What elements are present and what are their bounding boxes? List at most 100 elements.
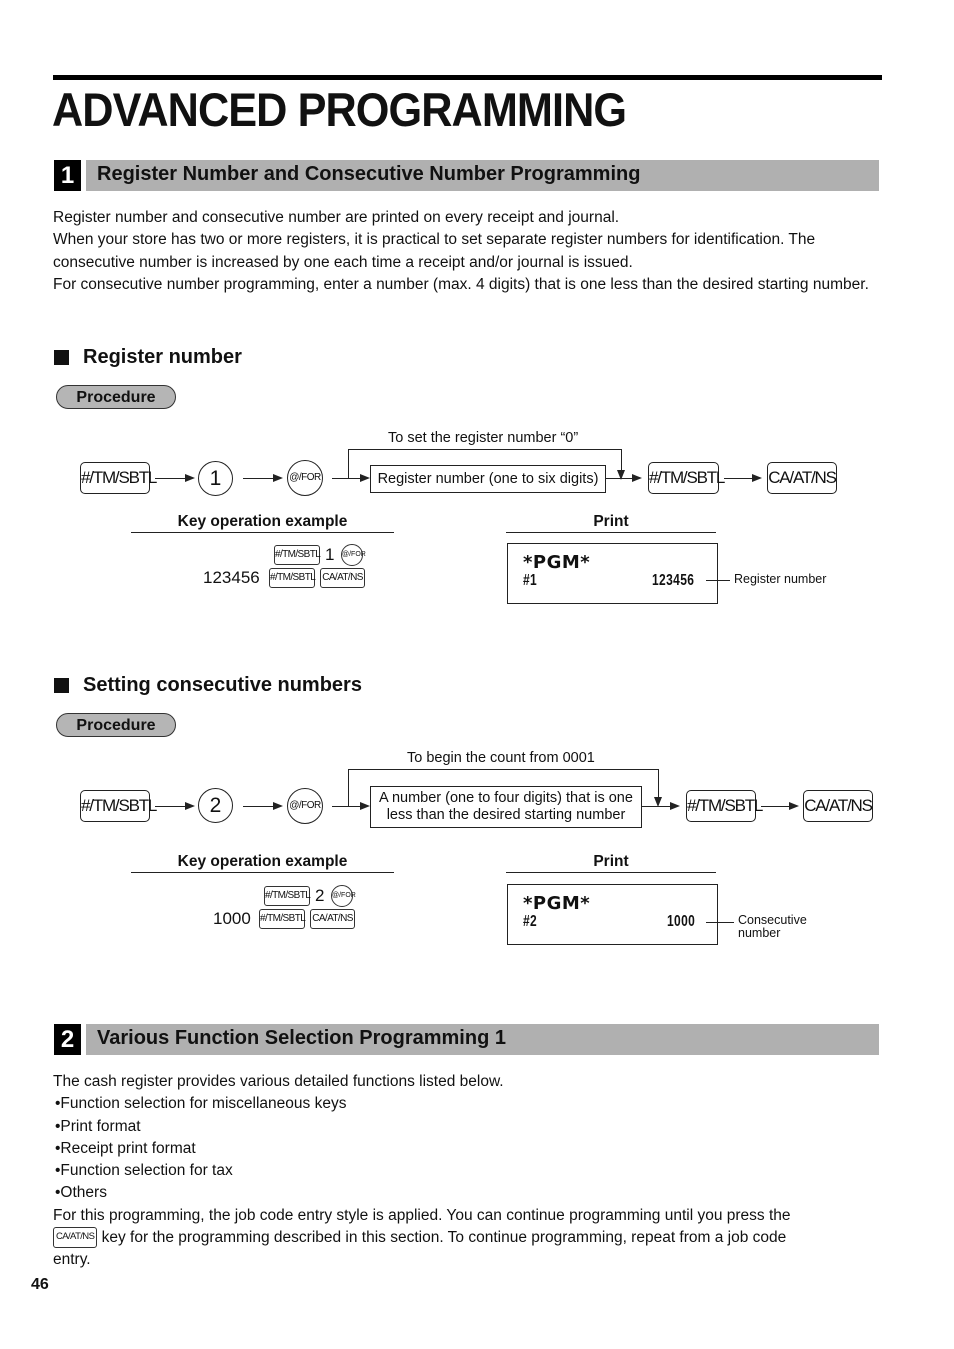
header-rule [506,532,716,534]
flow-line [155,806,185,808]
bullet-item: •Function selection for miscellaneous ke… [55,1095,347,1113]
section-2-number: 2 [54,1024,81,1055]
register-number-input-box: Register number (one to six digits) [370,465,606,493]
bypass-line [658,769,660,799]
flow-line [243,478,273,480]
section-1-heading: Register Number and Consecutive Number P… [86,160,879,191]
bullet-item: •Others [55,1184,107,1202]
bullet-item: •Function selection for tax [55,1162,233,1180]
example-value: 1000 [213,909,251,928]
subheading-text: Register number [83,346,242,368]
intro-text: The cash register provides various detai… [53,1073,504,1090]
consecutive-number-input-box: A number (one to four digits) that is on… [370,786,642,828]
tm-sbtl-key: #/TM/SBTL [274,545,321,565]
paragraph: Register number and consecutive number a… [53,209,620,226]
callout-line [706,922,734,924]
for-key: @/FOR [287,460,323,496]
arrow-right-icon [670,802,680,810]
bullet-item: •Print format [55,1117,141,1135]
callout-label: Consecutive number [738,914,807,940]
header-rule [131,532,394,534]
ca-at-ns-key: CA/AT/NS [803,790,873,822]
for-key: @/FOR [331,885,356,907]
arrow-right-icon [273,474,283,482]
callout-line [706,580,730,582]
flow-line [332,478,360,480]
header-rule [506,872,716,874]
paragraph: entry. [53,1251,91,1269]
procedure-badge: Procedure [56,385,176,409]
tm-sbtl-key: #/TM/SBTL [80,790,157,822]
tm-sbtl-key: #/TM/SBTL [259,909,306,929]
tm-sbtl-key: #/TM/SBTL [269,568,316,588]
tm-sbtl-key: #/TM/SBTL [686,790,763,822]
print-line-label: #1 [523,572,538,589]
paragraph: For this programming, the job code entry… [53,1206,791,1224]
ca-at-ns-key: CA/AT/NS [320,568,365,588]
arrow-right-icon [273,802,283,810]
register-number-subheading: Register number [54,346,242,369]
flow-line [332,806,360,808]
arrow-right-icon [360,802,370,810]
for-key: @/FOR [341,544,366,566]
ca-at-ns-key: CA/AT/NS [310,909,355,929]
number-key-2: 2 [198,788,233,823]
paragraph: CA/AT/NS key for the programming describ… [53,1227,893,1249]
digit: 1 [325,545,335,564]
print-line-pgm: *PGM* [523,552,591,573]
print-line-label: #2 [523,913,538,930]
paragraph-text: key for the programming described in thi… [97,1229,787,1247]
procedure-badge: Procedure [56,713,176,737]
arrow-right-icon [632,474,642,482]
print-line-value: 1000 [667,913,696,930]
number-key-1: 1 [198,461,233,496]
bypass-line [348,769,659,771]
arrow-right-icon [185,474,195,482]
key-operation-header: Key operation example [177,853,348,870]
arrow-right-icon [185,802,195,810]
flow-line [761,806,789,808]
bypass-line [348,769,350,807]
page-title: ADVANCED PROGRAMMING [52,83,627,136]
bypass-label: To begin the count from 0001 [407,750,595,766]
section-1-number: 1 [54,160,81,191]
arrow-right-icon [360,474,370,482]
for-key: @/FOR [287,788,323,824]
flow-line [642,806,670,808]
paragraph: When your store has two or more register… [53,231,816,271]
receipt-print: *PGM* #2 1000 [507,884,718,945]
ca-at-ns-key: CA/AT/NS [53,1227,98,1249]
receipt-print: *PGM* #1 123456 [507,543,718,604]
flow-line [155,478,185,480]
flow-line [724,478,752,480]
bypass-line [348,449,622,451]
key-operation-header: Key operation example [177,513,348,530]
bullet-item: •Receipt print format [55,1139,196,1157]
callout-label: Register number [734,572,827,586]
bypass-line [621,449,623,471]
section-2-body: The cash register provides various detai… [53,1071,893,1272]
tm-sbtl-key: #/TM/SBTL [264,886,311,906]
consecutive-numbers-subheading: Setting consecutive numbers [54,674,362,697]
section-1-description: Register number and consecutive number a… [53,207,883,297]
page-number: 46 [31,1276,49,1293]
callout-text: number [738,926,781,940]
tm-sbtl-key: #/TM/SBTL [648,462,725,494]
print-line-pgm: *PGM* [523,893,591,914]
subheading-text: Setting consecutive numbers [83,674,362,696]
bypass-line [348,449,350,479]
title-rule [53,75,882,80]
print-line-value: 123456 [652,572,695,589]
arrow-right-icon [752,474,762,482]
square-bullet-icon [54,678,69,693]
box-text-line: less than the desired starting number [386,807,626,823]
digit: 2 [315,886,325,905]
ca-at-ns-key: CA/AT/NS [767,462,837,494]
box-text-line: A number (one to four digits) that is on… [379,790,633,806]
print-header: Print [593,513,629,530]
flow-line [606,478,632,480]
paragraph: For consecutive number programming, ente… [53,276,869,294]
section-2-heading: Various Function Selection Programming 1 [86,1024,879,1055]
example-value: 123456 [203,568,260,587]
tm-sbtl-key: #/TM/SBTL [80,462,157,494]
